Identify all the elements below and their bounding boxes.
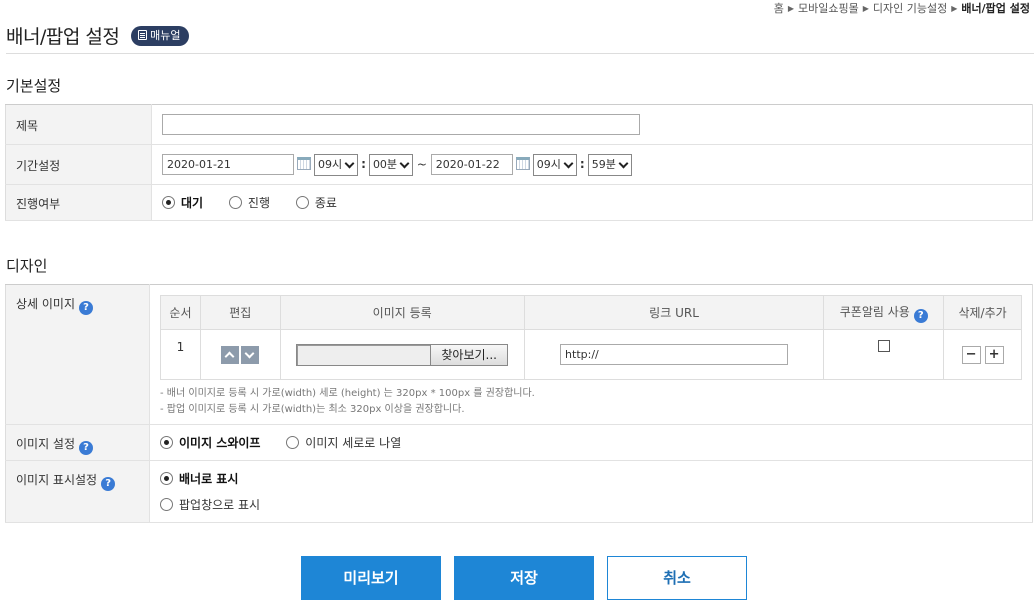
- end-hour-value: 09시: [536, 157, 561, 171]
- end-minute-select[interactable]: 59분: [587, 153, 632, 176]
- start-minute-value: 00분: [372, 157, 398, 171]
- coupon-checkbox[interactable]: [877, 340, 890, 352]
- breadcrumb-home[interactable]: 홈: [774, 2, 784, 15]
- basic-settings-table: 제목 기간설정 09시:00분 ~ 09시:59분 진행여부 대기 진행 종료: [5, 104, 1033, 221]
- col-coupon-text: 쿠폰알림 사용: [839, 304, 910, 319]
- display-setting-label: 이미지 표시설정?: [5, 460, 150, 523]
- radio-label: 이미지 스와이프: [179, 436, 261, 450]
- breadcrumb-separator-icon: ▶: [787, 4, 795, 13]
- link-url-input[interactable]: [560, 344, 789, 365]
- row-order: 1: [160, 329, 201, 380]
- file-path-input[interactable]: [296, 343, 431, 366]
- manual-button[interactable]: 매뉴얼: [131, 25, 189, 46]
- move-up-button[interactable]: [221, 345, 240, 364]
- range-tilde: ~: [416, 157, 427, 171]
- status-radio-progress[interactable]: 진행: [228, 194, 271, 211]
- period-label: 기간설정: [5, 144, 152, 185]
- radio-icon: [228, 196, 242, 209]
- title-input[interactable]: [162, 114, 640, 135]
- start-minute-select[interactable]: 00분: [368, 153, 414, 176]
- calendar-icon[interactable]: [515, 157, 530, 170]
- help-icon[interactable]: ?: [79, 441, 94, 455]
- col-link-url: 링크 URL: [523, 295, 825, 330]
- preview-button[interactable]: 미리보기: [301, 556, 441, 600]
- page-header: 배너/팝업 설정 매뉴얼: [6, 22, 1034, 54]
- image-setting-label-text: 이미지 설정: [16, 437, 76, 451]
- design-section-title: 디자인: [6, 257, 48, 275]
- browse-button[interactable]: 찾아보기...: [430, 343, 508, 366]
- col-edit: 편집: [199, 295, 281, 330]
- manual-label: 매뉴얼: [150, 28, 181, 42]
- image-guidelines: - 배너 이미지로 등록 시 가로(width) 세로 (height) 는 3…: [160, 386, 1022, 418]
- move-down-button[interactable]: [241, 345, 260, 364]
- colon-separator: :: [579, 157, 585, 171]
- display-popup-radio[interactable]: 팝업창으로 표시: [160, 492, 260, 518]
- display-setting-label-text: 이미지 표시설정: [16, 473, 98, 487]
- breadcrumb-mobile-shop[interactable]: 모바일쇼핑몰: [798, 2, 859, 15]
- start-hour-select[interactable]: 09시: [314, 153, 359, 176]
- basic-section-title: 기본설정: [6, 77, 62, 95]
- add-row-button[interactable]: +: [984, 345, 1004, 364]
- col-delete-add: 삭제/추가: [943, 295, 1022, 330]
- breadcrumb-separator-icon: ▶: [951, 4, 958, 13]
- chevron-down-icon: [345, 159, 355, 169]
- breadcrumb: 홈 ▶ 모바일쇼핑몰 ▶ 디자인 기능설정 ▶ 배너/팝업 설정: [774, 0, 1030, 16]
- chevron-down-icon: [619, 159, 629, 169]
- end-date-input[interactable]: [430, 154, 513, 175]
- radio-label: 종료: [314, 196, 337, 210]
- image-setting-label: 이미지 설정?: [5, 424, 150, 461]
- help-icon[interactable]: ?: [79, 301, 94, 315]
- start-hour-value: 09시: [318, 157, 343, 171]
- help-icon[interactable]: ?: [101, 477, 116, 491]
- radio-label: 대기: [181, 196, 204, 210]
- calendar-icon[interactable]: [297, 157, 311, 170]
- image-list-table: 순서 편집 이미지 등록 링크 URL 쿠폰알림 사용? 삭제/추가 1 찾아보…: [160, 295, 1022, 380]
- radio-icon: [160, 471, 173, 485]
- breadcrumb-current: 배너/팝업 설정: [961, 2, 1030, 15]
- note-banner-size: - 배너 이미지로 등록 시 가로(width) 세로 (height) 는 3…: [160, 388, 535, 399]
- detail-image-label: 상세 이미지?: [5, 284, 150, 425]
- status-radio-waiting[interactable]: 대기: [162, 194, 203, 211]
- detail-image-label-text: 상세 이미지: [16, 297, 76, 311]
- radio-label: 배너로 표시: [179, 471, 239, 486]
- chevron-down-icon: [564, 159, 574, 169]
- image-swipe-radio[interactable]: 이미지 스와이프: [160, 434, 260, 451]
- status-radio-ended[interactable]: 종료: [295, 194, 337, 211]
- radio-icon: [162, 196, 175, 209]
- note-popup-size: - 팝업 이미지로 등록 시 가로(width)는 최소 320px 이상을 권…: [160, 404, 465, 415]
- table-row: 1 찾아보기... −+: [160, 329, 1022, 380]
- breadcrumb-separator-icon: ▶: [862, 4, 869, 13]
- delete-row-button[interactable]: −: [961, 345, 981, 364]
- image-vertical-radio[interactable]: 이미지 세로로 나열: [286, 434, 401, 451]
- page-title: 배너/팝업 설정: [6, 26, 120, 48]
- start-date-input[interactable]: [162, 154, 294, 175]
- radio-icon: [160, 436, 173, 449]
- col-order: 순서: [160, 295, 201, 330]
- radio-label: 진행: [247, 196, 271, 210]
- col-coupon: 쿠폰알림 사용?: [823, 295, 945, 330]
- col-image-upload: 이미지 등록: [279, 295, 525, 330]
- colon-separator: :: [361, 157, 366, 171]
- save-button[interactable]: 저장: [454, 556, 594, 600]
- radio-label: 팝업창으로 표시: [179, 497, 261, 512]
- radio-icon: [160, 497, 173, 511]
- help-icon[interactable]: ?: [913, 308, 928, 323]
- document-icon: [138, 29, 148, 40]
- cancel-button[interactable]: 취소: [607, 556, 747, 600]
- chevron-down-icon: [400, 159, 410, 169]
- title-label: 제목: [5, 104, 152, 145]
- status-label: 진행여부: [5, 184, 152, 221]
- end-minute-value: 59분: [591, 157, 616, 171]
- design-settings-table: 상세 이미지? 순서 편집 이미지 등록 링크 URL 쿠폰알림 사용? 삭제/…: [5, 284, 1033, 523]
- radio-icon: [295, 196, 309, 209]
- radio-label: 이미지 세로로 나열: [305, 436, 402, 450]
- end-hour-select[interactable]: 09시: [532, 153, 577, 176]
- display-banner-radio[interactable]: 배너로 표시: [160, 466, 238, 492]
- breadcrumb-design-settings[interactable]: 디자인 기능설정: [873, 2, 947, 15]
- radio-icon: [286, 436, 300, 449]
